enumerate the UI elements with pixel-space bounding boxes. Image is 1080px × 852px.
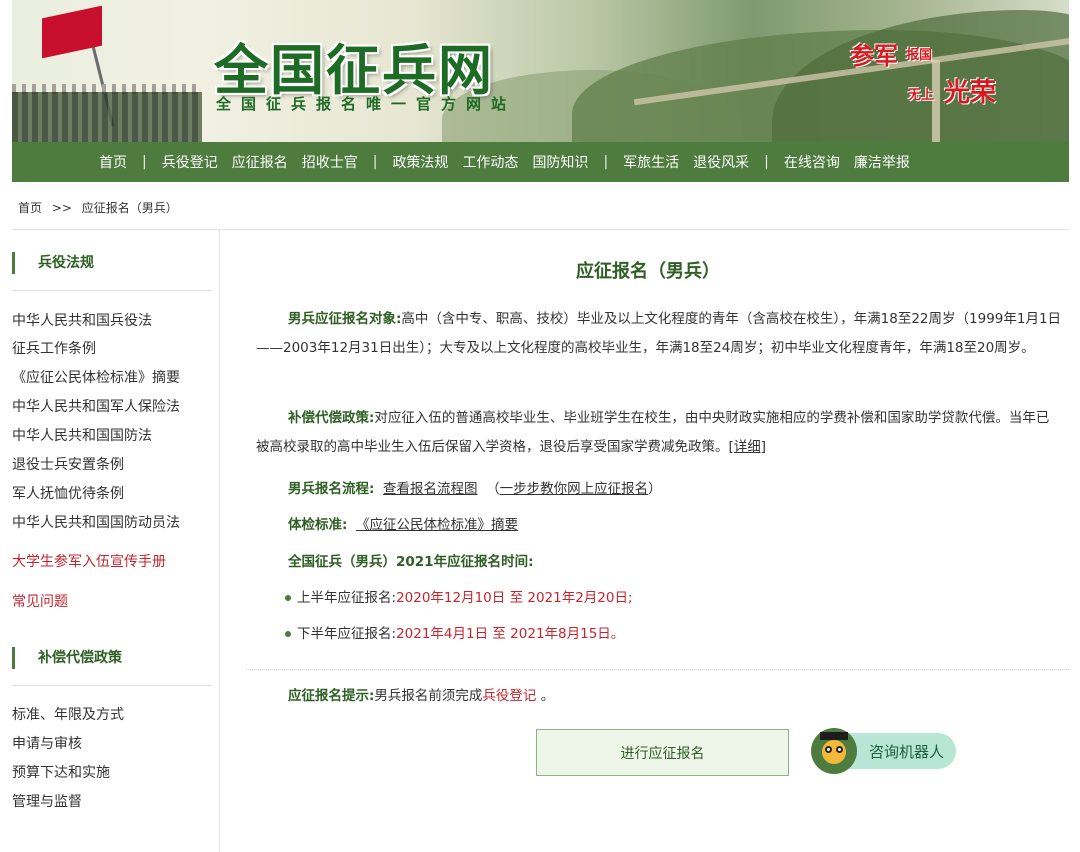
sidebar-divider	[12, 290, 212, 291]
nav-item-registration[interactable]: 兵役登记	[155, 152, 225, 172]
nav-item-enlistment[interactable]: 应征报名	[225, 152, 295, 172]
nav-separator: |	[603, 154, 609, 170]
sidebar-item-mobilization-law[interactable]: 中华人民共和国国防动员法	[12, 512, 180, 532]
compensation-paragraph: 补偿代偿政策:对应征入伍的普通高校毕业生、毕业班学生在校生，由中央财政实施相应的…	[256, 404, 1062, 462]
compensation-detail-link[interactable]: [详细]	[729, 439, 767, 455]
breadcrumb-home[interactable]: 首页	[18, 201, 42, 215]
dotted-divider	[246, 669, 1069, 670]
compensation-text: 对应征入伍的普通高校毕业生、毕业班学生在校生，由中央财政实施相应的学费补偿和国家…	[256, 410, 1050, 455]
sidebar-item-insurance-law[interactable]: 中华人民共和国军人保险法	[12, 396, 180, 416]
flow-line: 男兵报名流程: 查看报名流程图 （一步步教你网上应征报名）	[288, 481, 662, 497]
slogan-part: 光荣	[944, 78, 997, 108]
bullet-dot-icon	[285, 631, 291, 637]
breadcrumb-current: 应征报名（男兵）	[81, 201, 178, 215]
time-first-half: 上半年应征报名:2020年12月10日 至 2021年2月20日;	[285, 586, 633, 606]
marching-soldiers-graphic	[12, 92, 202, 142]
target-label: 男兵应征报名对象:	[288, 311, 402, 327]
nav-item-policy[interactable]: 政策法规	[385, 152, 455, 172]
tip-line: 应征报名提示:男兵报名前须完成兵役登记 。	[288, 684, 554, 704]
robot-label: 咨询机器人	[847, 733, 957, 769]
tip-registration-link[interactable]: 兵役登记	[482, 688, 536, 704]
sidebar-heading-laws: 兵役法规	[12, 252, 94, 274]
sidebar-item-conscription-regulations[interactable]: 征兵工作条例	[12, 338, 96, 358]
sidebar-item-budget[interactable]: 预算下达和实施	[12, 762, 110, 782]
tip-text: 男兵报名前须完成	[374, 688, 483, 704]
slogan: 参军 报国 无上 光荣	[850, 36, 1010, 116]
flow-label: 男兵报名流程:	[288, 481, 375, 497]
sidebar-item-military-service-law[interactable]: 中华人民共和国兵役法	[12, 310, 152, 330]
sidebar-item-supervision[interactable]: 管理与监督	[12, 791, 82, 811]
slogan-part: 参军	[850, 41, 898, 70]
exam-line: 体检标准: 《应征公民体检标准》摘要	[288, 513, 518, 533]
nav-item-veterans[interactable]: 退役风采	[686, 152, 756, 172]
nav-separator: |	[764, 154, 769, 170]
nav-separator: |	[142, 154, 147, 170]
sidebar-item-physical-standards[interactable]: 《应征公民体检标准》摘要	[12, 367, 180, 387]
sidebar-heading-compensation: 补偿代偿政策	[12, 647, 122, 669]
sidebar-item-pension[interactable]: 军人抚恤优待条例	[12, 483, 124, 503]
time-title: 全国征兵（男兵）2021年应征报名时间:	[288, 554, 534, 570]
slogan-part: 报国	[906, 48, 933, 63]
time2-label: 下半年应征报名:	[297, 626, 397, 642]
nav-item-nco[interactable]: 招收士官	[295, 152, 365, 172]
consult-robot-button[interactable]: 咨询机器人	[811, 728, 957, 774]
sidebar-item-defense-law[interactable]: 中华人民共和国国防法	[12, 425, 152, 445]
sidebar-item-standards[interactable]: 标准、年限及方式	[12, 704, 124, 724]
nav-item-defense[interactable]: 国防知识	[525, 152, 595, 172]
sidebar-item-resettlement[interactable]: 退役士兵安置条例	[12, 454, 124, 474]
main-nav: 首页 | 兵役登记 应征报名 招收士官 | 政策法规 工作动态 国防知识 | 军…	[12, 142, 1069, 182]
tip-label: 应征报名提示:	[288, 688, 375, 704]
nav-item-report[interactable]: 廉洁举报	[847, 152, 917, 172]
slogan-part: 无上	[908, 88, 935, 103]
exam-label: 体检标准:	[288, 517, 348, 533]
sidebar-divider	[12, 685, 212, 686]
nav-item-home[interactable]: 首页	[92, 152, 134, 172]
tip-end: 。	[540, 688, 555, 704]
bullet-dot-icon	[285, 595, 291, 601]
sidebar-link-faq[interactable]: 常见问题	[12, 591, 68, 611]
online-guide-link[interactable]: 一步步教你网上应征报名	[500, 481, 649, 497]
sidebar-link-student-handbook[interactable]: 大学生参军入伍宣传手册	[12, 551, 166, 571]
nav-item-military-life[interactable]: 军旅生活	[616, 152, 686, 172]
robot-avatar-icon	[811, 728, 857, 774]
compensation-label: 补偿代偿政策:	[288, 410, 375, 426]
time-title-line: 全国征兵（男兵）2021年应征报名时间:	[288, 550, 533, 570]
target-paragraph: 男兵应征报名对象:高中（含中专、职高、技校）毕业及以上文化程度的青年（含高校在校…	[256, 305, 1062, 363]
time2-value: 2021年4月1日 至 2021年8月15日。	[396, 626, 625, 642]
site-banner: 全国征兵网 全国征兵报名唯一官方网站 参军 报国 无上 光荣	[12, 0, 1069, 142]
site-subtitle: 全国征兵报名唯一官方网站	[216, 95, 517, 113]
breadcrumb-separator: >>	[51, 201, 72, 215]
apply-enlistment-button[interactable]: 进行应征报名	[536, 729, 789, 776]
flow-chart-link[interactable]: 查看报名流程图	[383, 481, 478, 497]
nav-separator: |	[372, 154, 378, 170]
time-second-half: 下半年应征报名:2021年4月1日 至 2021年8月15日。	[285, 622, 624, 642]
sidebar: 兵役法规 中华人民共和国兵役法 征兵工作条例 《应征公民体检标准》摘要 中华人民…	[0, 230, 220, 852]
nav-item-consult[interactable]: 在线咨询	[777, 152, 847, 172]
page-title: 应征报名（男兵）	[576, 261, 720, 282]
nav-item-news[interactable]: 工作动态	[455, 152, 525, 172]
sidebar-item-application[interactable]: 申请与审核	[12, 733, 82, 753]
exam-standard-link[interactable]: 《应征公民体检标准》摘要	[356, 517, 518, 533]
breadcrumb: 首页 >> 应征报名（男兵）	[18, 199, 184, 216]
time1-value: 2020年12月10日 至 2021年2月20日;	[396, 590, 633, 606]
time1-label: 上半年应征报名:	[297, 590, 397, 606]
